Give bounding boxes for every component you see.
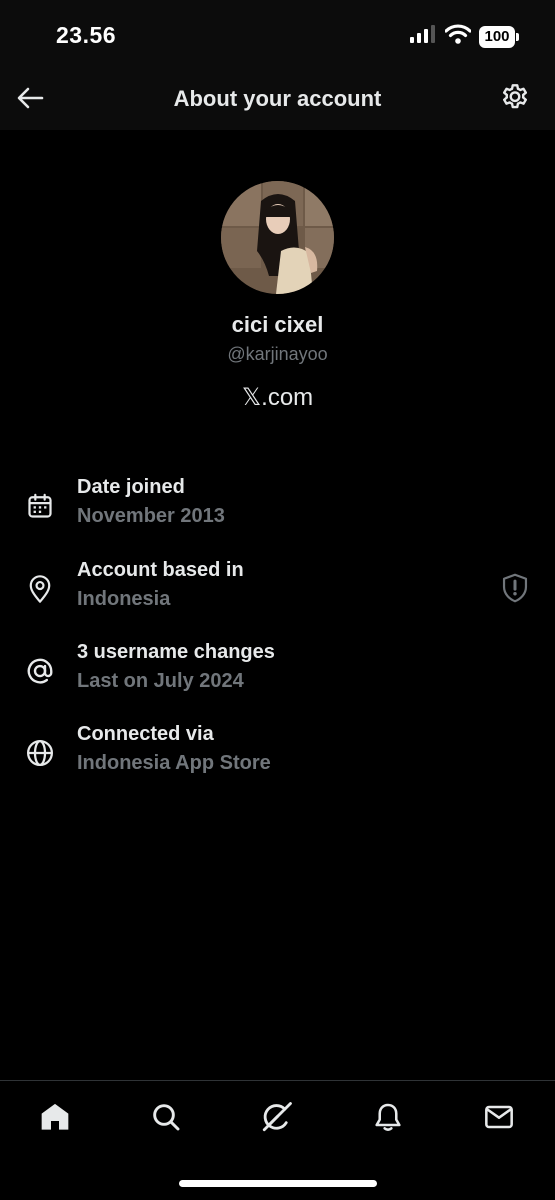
globe-icon [24,737,56,769]
info-row-date-joined: Date joined November 2013 [0,476,555,538]
nav-grok[interactable] [257,1099,297,1139]
bell-icon [372,1101,404,1138]
battery-level: 100 [479,25,515,48]
info-row-account-based-in: Account based in Indonesia [0,559,555,621]
info-title: 3 username changes [77,641,275,663]
gear-icon [499,82,531,119]
cellular-signal-icon [409,25,437,48]
location-pin-icon [24,573,56,605]
top-app-bar: About your account [0,72,555,130]
info-subtitle: Last on July 2024 [77,670,244,692]
settings-button[interactable] [497,82,533,118]
avatar[interactable] [221,181,334,294]
info-row-connected-via: Connected via Indonesia App Store [0,723,555,785]
search-icon [150,1101,182,1138]
nav-home[interactable] [35,1099,75,1139]
calendar-icon [24,490,56,522]
info-subtitle: Indonesia [77,588,171,610]
info-row-username-changes: 3 username changes Last on July 2024 [0,641,555,703]
page-title: About your account [173,86,382,111]
nav-notifications[interactable] [368,1099,408,1139]
status-bar: 23.56 100 [0,0,555,72]
info-title: Connected via [77,723,214,745]
at-sign-icon [24,655,56,687]
battery-icon: 100 [479,25,519,48]
info-title: Account based in [77,559,244,581]
info-title: Date joined [77,476,185,498]
wifi-icon [444,24,472,49]
mail-icon [483,1101,515,1138]
display-name: cici cixel [231,312,324,337]
info-subtitle: November 2013 [77,505,225,527]
shield-exclamation-icon[interactable] [499,571,531,605]
username-handle: @karjinayoo [227,344,328,364]
nav-search[interactable] [146,1099,186,1139]
nav-messages[interactable] [479,1099,519,1139]
source-domain: 𝕏.com [241,384,314,411]
info-subtitle: Indonesia App Store [77,752,271,774]
status-icons: 100 [409,24,519,49]
grok-icon [260,1100,294,1139]
status-time: 23.56 [56,22,117,48]
home-indicator[interactable] [179,1180,377,1187]
home-icon [39,1101,71,1138]
